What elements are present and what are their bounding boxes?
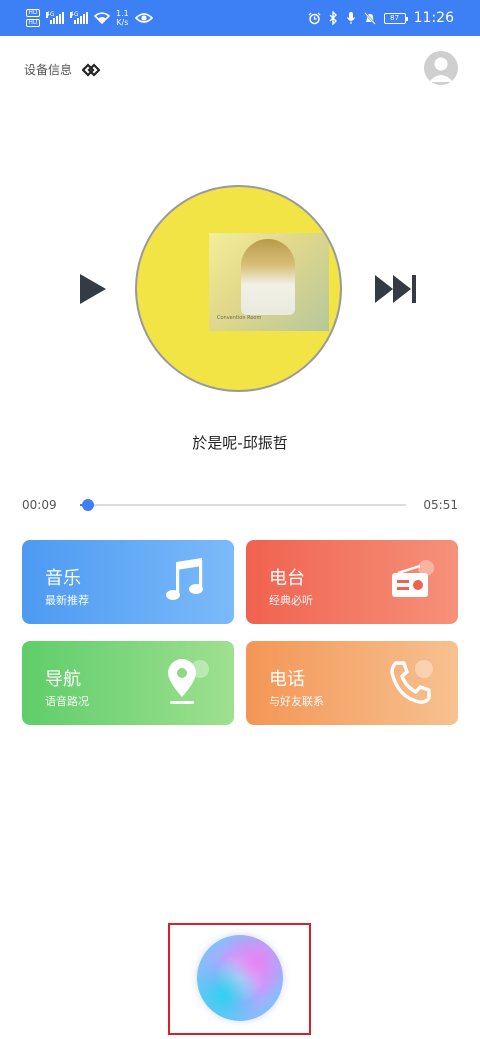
sim-indicators: HD HD xyxy=(26,9,40,27)
navigation-tile-subtitle: 语音路况 xyxy=(45,695,89,708)
person-icon xyxy=(429,57,453,82)
net-speed-unit: K/s xyxy=(116,18,129,27)
next-track-icon[interactable] xyxy=(374,273,418,305)
battery-icon: 87 xyxy=(383,12,408,24)
microphone-icon xyxy=(346,12,355,24)
navigation-tile-title: 导航 xyxy=(45,669,81,690)
radio-tile-title: 电台 xyxy=(269,568,305,589)
current-time: 00:09 xyxy=(22,498,57,512)
status-bar: HD HD 4G 4G 1.1 K/s 87 11:26 xyxy=(0,0,480,36)
signal-icon-2: 4G xyxy=(70,12,88,24)
mute-bell-icon xyxy=(363,11,376,25)
status-right: 87 11:26 xyxy=(308,6,454,30)
radio-tile-subtitle: 经典必听 xyxy=(269,594,313,607)
sim2-hd-badge: HD xyxy=(26,19,40,27)
signal1-network-label: 4G xyxy=(46,11,55,18)
album-cover-text: Convention Room xyxy=(217,315,262,321)
sim1-hd-badge: HD xyxy=(26,9,40,17)
signal2-network-label: 4G xyxy=(70,11,79,18)
voice-assistant-highlight xyxy=(168,923,311,1035)
album-cover: Convention Room xyxy=(209,233,329,331)
navigation-tile[interactable]: 导航 语音路况 xyxy=(22,641,234,725)
play-icon[interactable] xyxy=(78,272,108,306)
eye-icon xyxy=(134,13,153,23)
music-tile-title: 音乐 xyxy=(45,568,81,589)
status-left: HD HD 4G 4G 1.1 K/s xyxy=(26,6,153,30)
net-speed-value: 1.1 xyxy=(116,9,129,18)
signal-icon-1: 4G xyxy=(46,12,64,24)
wifi-icon xyxy=(94,12,110,24)
phone-tile-subtitle: 与好友联系 xyxy=(269,695,324,708)
voice-assistant-button[interactable] xyxy=(197,935,283,1021)
phone-tile[interactable]: 电话 与好友联系 xyxy=(246,641,458,725)
device-info-label: 设备信息 xyxy=(24,63,73,77)
music-tile-subtitle: 最新推荐 xyxy=(45,594,89,607)
song-title: 於是呢-邱振哲 xyxy=(192,434,288,452)
bluetooth-icon xyxy=(329,11,337,25)
radio-tile[interactable]: 电台 经典必听 xyxy=(246,540,458,624)
location-pin-icon xyxy=(168,659,209,704)
progress-bar[interactable] xyxy=(80,499,406,511)
link-icon xyxy=(82,62,101,77)
user-avatar-icon[interactable] xyxy=(424,51,458,85)
radio-icon xyxy=(392,560,434,597)
progress-thumb[interactable] xyxy=(82,499,95,511)
music-tile[interactable]: 音乐 最新推荐 xyxy=(22,540,234,624)
album-cover-person xyxy=(241,239,295,315)
album-disc: Convention Room xyxy=(135,185,342,392)
phone-icon xyxy=(390,660,433,704)
music-note-icon xyxy=(166,558,203,600)
device-info-link[interactable]: 设备信息 xyxy=(24,61,101,78)
phone-tile-title: 电话 xyxy=(269,669,305,690)
total-time: 05:51 xyxy=(423,498,458,512)
alarm-icon xyxy=(308,12,321,24)
clock: 11:26 xyxy=(413,10,454,26)
network-speed: 1.1 K/s xyxy=(116,9,129,27)
